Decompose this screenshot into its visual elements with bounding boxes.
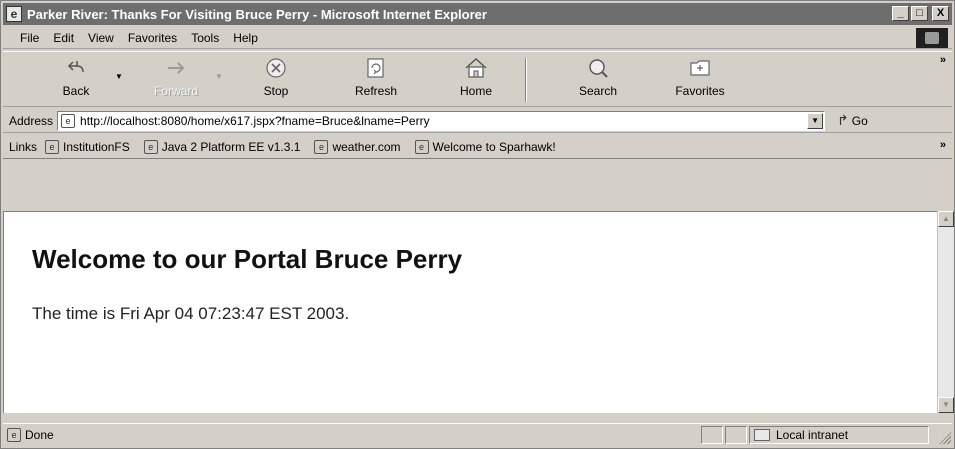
- address-bar: Address e http://localhost:8080/home/x61…: [3, 109, 952, 133]
- standard-toolbar: Back ▼ Forward ▼ Stop Refresh Home Searc…: [3, 51, 952, 107]
- page-viewport[interactable]: Welcome to our Portal Bruce Perry The ti…: [3, 211, 937, 413]
- links-more-chevron[interactable]: »: [940, 139, 946, 151]
- title-bar[interactable]: e Parker River: Thanks For Visiting Bruc…: [3, 3, 952, 25]
- go-label: Go: [851, 113, 868, 128]
- status-zone: Local intranet: [749, 425, 929, 444]
- close-button[interactable]: X: [932, 6, 949, 21]
- zone-label: Local intranet: [776, 427, 849, 442]
- menu-view[interactable]: View: [81, 31, 121, 45]
- links-label: Links: [9, 139, 38, 154]
- go-arrow-icon: ↱: [837, 112, 849, 128]
- forward-arrow-icon: [163, 56, 189, 80]
- menu-tools[interactable]: Tools: [184, 31, 226, 45]
- status-panel-lock: [725, 425, 747, 444]
- link-label: Welcome to Sparhawk!: [432, 139, 556, 154]
- home-icon: [463, 56, 489, 80]
- ie-page-icon: e: [45, 139, 60, 154]
- forward-dropdown-arrow[interactable]: ▼: [215, 72, 223, 81]
- stop-button[interactable]: Stop: [241, 56, 311, 104]
- window-title: Parker River: Thanks For Visiting Bruce …: [27, 6, 487, 22]
- back-dropdown-arrow[interactable]: ▼: [115, 72, 123, 81]
- toolbar-more-chevron[interactable]: »: [940, 54, 946, 66]
- browser-window: e Parker River: Thanks For Visiting Bruc…: [0, 0, 955, 449]
- intranet-zone-icon: [754, 428, 770, 441]
- search-icon: [585, 56, 611, 80]
- menu-bar: File Edit View Favorites Tools Help: [3, 27, 952, 49]
- status-text: Done: [25, 427, 54, 442]
- stop-icon: [263, 56, 289, 80]
- back-button[interactable]: Back: [41, 56, 111, 104]
- resize-grip[interactable]: [939, 432, 951, 444]
- window-controls: _ □ X: [892, 6, 949, 21]
- search-button[interactable]: Search: [563, 56, 633, 104]
- status-bar: e Done Local intranet: [3, 423, 952, 445]
- link-institutionfs[interactable]: e InstitutionFS: [45, 139, 130, 154]
- link-weather[interactable]: e weather.com: [314, 139, 401, 154]
- favorites-icon: [687, 56, 713, 80]
- time-text: The time is Fri Apr 04 07:23:47 EST 2003…: [32, 304, 350, 323]
- status-main: e Done: [7, 427, 699, 442]
- page-heading: Welcome to our Portal Bruce Perry: [32, 244, 463, 274]
- ie-logo-icon: e: [6, 6, 22, 22]
- link-java2-platform[interactable]: e Java 2 Platform EE v1.3.1: [143, 139, 301, 154]
- back-arrow-icon: [63, 56, 89, 80]
- ie-page-icon: e: [7, 427, 21, 442]
- go-button[interactable]: ↱ Go: [837, 112, 868, 129]
- minimize-button[interactable]: _: [892, 6, 909, 21]
- ie-page-icon: e: [414, 139, 429, 154]
- address-label: Address: [9, 113, 54, 128]
- favorites-button[interactable]: Favorites: [665, 56, 735, 104]
- home-label: Home: [459, 84, 492, 98]
- address-url[interactable]: http://localhost:8080/home/x617.jspx?fna…: [80, 114, 430, 128]
- stop-label: Stop: [263, 84, 289, 98]
- address-dropdown-button[interactable]: ▼: [807, 112, 824, 129]
- refresh-label: Refresh: [354, 84, 398, 98]
- back-label: Back: [62, 84, 90, 98]
- forward-button[interactable]: Forward: [141, 56, 211, 104]
- home-button[interactable]: Home: [441, 56, 511, 104]
- menu-favorites[interactable]: Favorites: [121, 31, 184, 45]
- link-sparhawk[interactable]: e Welcome to Sparhawk!: [414, 139, 556, 154]
- link-label: Java 2 Platform EE v1.3.1: [161, 139, 301, 154]
- maximize-button[interactable]: □: [911, 6, 928, 21]
- status-panel-progress: [701, 425, 723, 444]
- refresh-icon: [363, 56, 389, 80]
- menu-file[interactable]: File: [13, 31, 46, 45]
- link-label: InstitutionFS: [63, 139, 130, 154]
- windows-logo-icon: [916, 28, 948, 48]
- toolbar-separator: [525, 58, 527, 102]
- ie-page-icon: e: [143, 139, 158, 154]
- link-label: weather.com: [332, 139, 401, 154]
- refresh-button[interactable]: Refresh: [341, 56, 411, 104]
- ie-page-icon: e: [61, 113, 76, 128]
- forward-label: Forward: [153, 84, 198, 98]
- address-input[interactable]: e http://localhost:8080/home/x617.jspx?f…: [57, 110, 826, 131]
- menu-edit[interactable]: Edit: [46, 31, 81, 45]
- scroll-up-button[interactable]: ▲: [938, 211, 954, 227]
- links-bar: Links e InstitutionFS e Java 2 Platform …: [3, 135, 952, 159]
- ie-page-icon: e: [314, 139, 329, 154]
- menu-help[interactable]: Help: [226, 31, 265, 45]
- scroll-down-button[interactable]: ▼: [938, 397, 954, 413]
- vertical-scrollbar[interactable]: ▲ ▼: [937, 211, 954, 413]
- search-label: Search: [578, 84, 618, 98]
- favorites-label: Favorites: [675, 84, 725, 98]
